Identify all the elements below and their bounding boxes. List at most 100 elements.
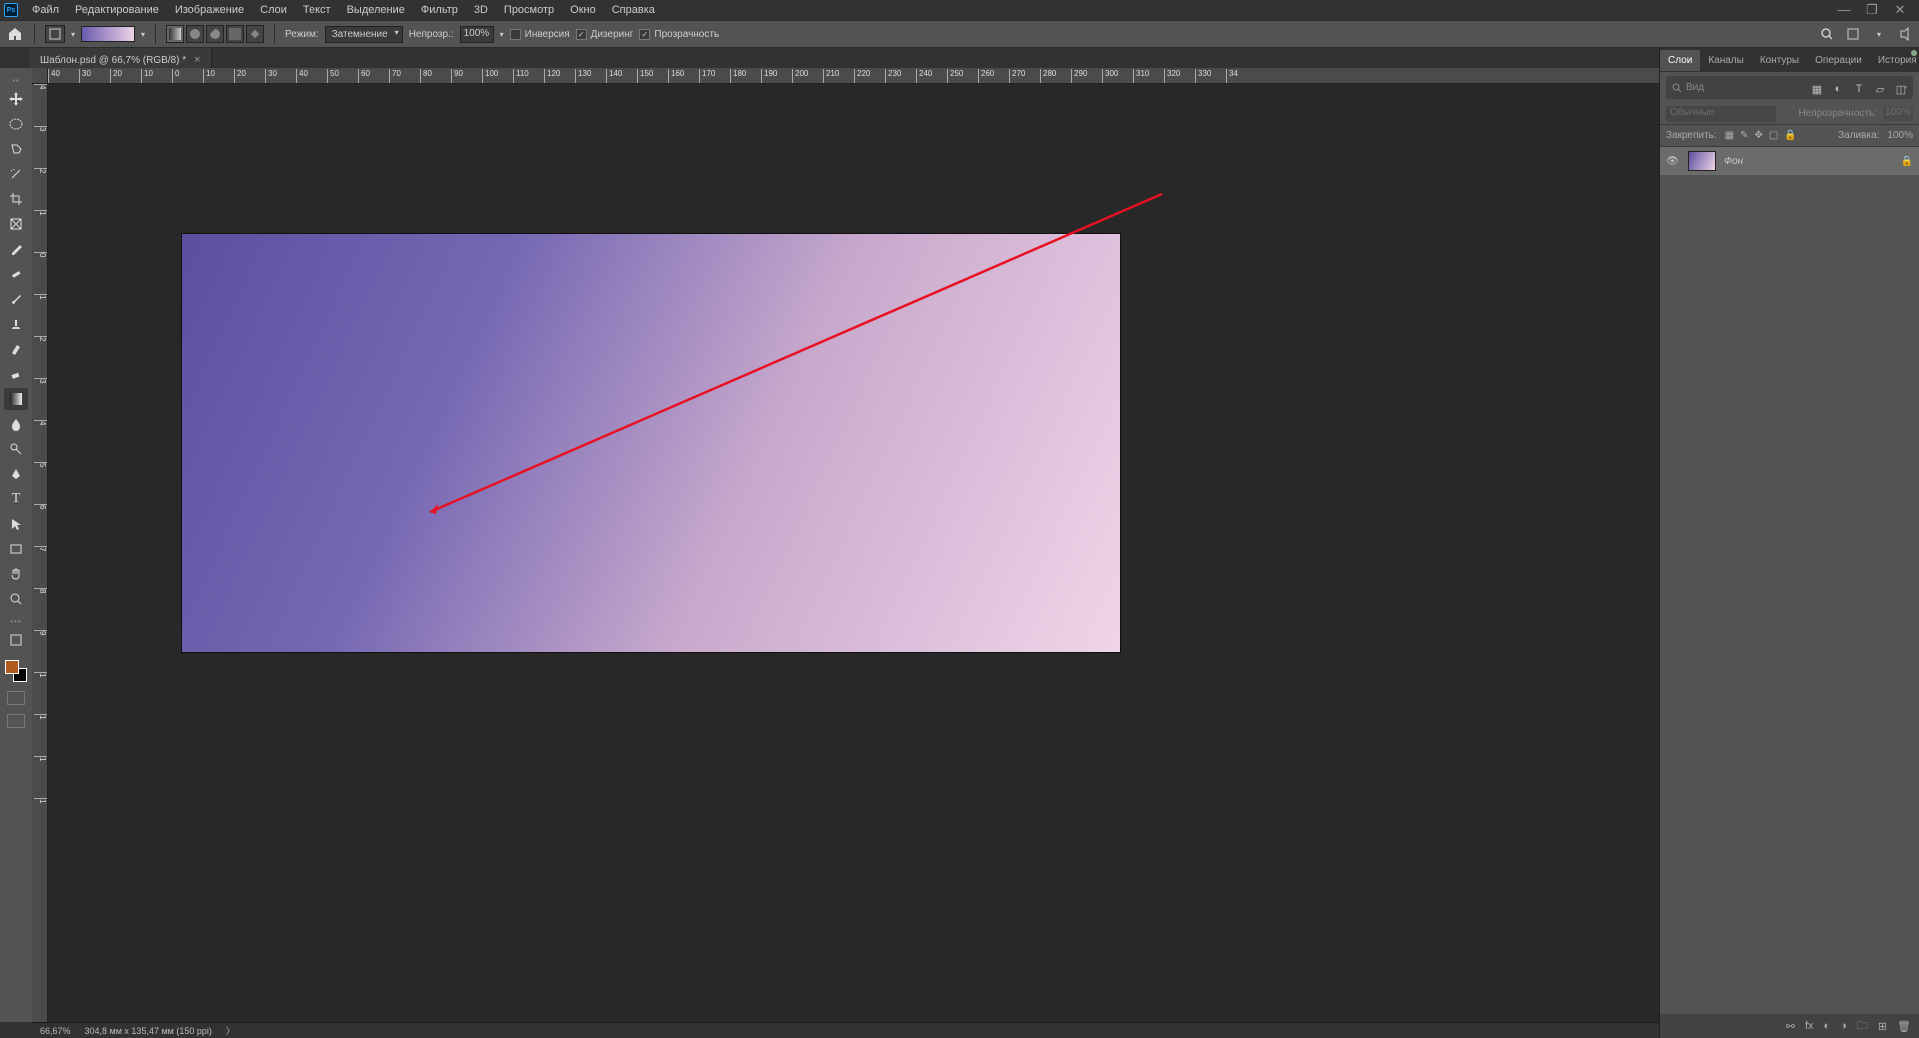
blend-mode-dropdown[interactable]: Затемнение (325, 26, 403, 43)
tab-channels[interactable]: Каналы (1700, 50, 1752, 71)
toolbar-grip[interactable]: •• (12, 76, 20, 85)
quick-mask-icon[interactable] (7, 691, 25, 705)
lock-transparency-icon[interactable]: ▦ (1725, 130, 1734, 141)
dither-checkbox[interactable]: ✓Дизеринг (576, 29, 634, 40)
rectangle-tool[interactable] (4, 538, 28, 560)
menu-help[interactable]: Справка (604, 2, 663, 18)
screen-mode-icon[interactable] (7, 714, 25, 728)
type-tool[interactable]: T (4, 488, 28, 510)
zoom-tool[interactable] (4, 588, 28, 610)
home-icon[interactable] (6, 25, 24, 43)
share-icon[interactable] (1897, 26, 1913, 42)
layer-lock-icon[interactable]: 🔒 (1901, 156, 1913, 167)
delete-layer-icon[interactable]: 🗑 (1897, 1020, 1911, 1033)
reverse-checkbox[interactable]: Инверсия (510, 29, 570, 40)
gradient-tool[interactable] (4, 388, 28, 410)
layer-name[interactable]: Фон (1724, 156, 1743, 167)
layer-thumbnail[interactable] (1688, 151, 1716, 171)
gradient-radial-icon[interactable] (186, 25, 204, 43)
toolbar-more[interactable]: ••• (10, 617, 21, 626)
move-tool[interactable] (4, 88, 28, 110)
search-icon[interactable] (1819, 26, 1835, 42)
menu-window[interactable]: Окно (562, 2, 604, 18)
tab-actions[interactable]: Операции (1807, 50, 1870, 71)
canvas[interactable] (182, 234, 1120, 652)
layer-mask-icon[interactable]: ◐ (1824, 1020, 1831, 1032)
new-layer-icon[interactable]: ⊞ (1878, 1020, 1887, 1033)
gradient-reflected-icon[interactable] (226, 25, 244, 43)
edit-toolbar-icon[interactable] (4, 629, 28, 651)
gradient-preview[interactable] (81, 26, 135, 42)
layer-opacity-value[interactable]: 100% (1883, 107, 1913, 121)
lock-artboard-icon[interactable]: ▢ (1769, 130, 1778, 141)
layers-panel: Слои Каналы Контуры Операции История ≡ В… (1659, 48, 1919, 1038)
eraser-tool[interactable] (4, 363, 28, 385)
zoom-level[interactable]: 66,67% (40, 1026, 71, 1036)
menu-bar: Ps Файл Редактирование Изображение Слои … (0, 0, 1919, 20)
filter-adjust-icon[interactable]: ◐ (1830, 81, 1846, 97)
hand-tool[interactable] (4, 563, 28, 585)
magic-wand-tool[interactable] (4, 163, 28, 185)
horizontal-ruler[interactable]: 4030201001020304050607080901001101201301… (48, 68, 1659, 84)
brush-tool[interactable] (4, 288, 28, 310)
menu-filter[interactable]: Фильтр (413, 2, 466, 18)
clone-stamp-tool[interactable] (4, 313, 28, 335)
status-more-icon[interactable]: 〉 (226, 1024, 235, 1037)
gradient-linear-icon[interactable] (166, 25, 184, 43)
opacity-input[interactable]: 100% (460, 26, 494, 43)
path-selection-tool[interactable] (4, 513, 28, 535)
color-swatches[interactable] (5, 660, 27, 682)
menu-image[interactable]: Изображение (167, 2, 252, 18)
eyedropper-tool[interactable] (4, 238, 28, 260)
layer-visibility-icon[interactable]: 👁 (1666, 156, 1680, 167)
window-restore-icon[interactable]: ❐ (1865, 2, 1879, 18)
menu-view[interactable]: Просмотр (496, 2, 562, 18)
layer-row[interactable]: 👁 Фон 🔒 (1660, 147, 1919, 175)
menu-edit[interactable]: Редактирование (67, 2, 167, 18)
lock-pixels-icon[interactable]: ✎ (1740, 130, 1748, 141)
layer-blend-mode[interactable]: Обычные (1666, 106, 1776, 122)
tab-paths[interactable]: Контуры (1752, 50, 1807, 71)
status-bar: 66,67% 304,8 мм x 135,47 мм (150 ppi) 〉 (32, 1022, 1659, 1038)
document-dimensions[interactable]: 304,8 мм x 135,47 мм (150 ppi) (85, 1026, 212, 1036)
window-close-icon[interactable]: ✕ (1893, 2, 1907, 18)
filter-shape-icon[interactable]: ▱ (1872, 81, 1888, 97)
lasso-tool[interactable] (4, 138, 28, 160)
lock-position-icon[interactable]: ✥ (1755, 130, 1763, 141)
crop-tool[interactable] (4, 188, 28, 210)
gradient-angle-icon[interactable] (206, 25, 224, 43)
menu-layers[interactable]: Слои (252, 2, 295, 18)
blur-tool[interactable] (4, 413, 28, 435)
filter-pixel-icon[interactable]: ▦ (1809, 81, 1825, 97)
menu-file[interactable]: Файл (24, 2, 67, 18)
foreground-color[interactable] (5, 660, 19, 674)
close-tab-icon[interactable]: × (194, 54, 200, 66)
layer-fx-icon[interactable]: fx (1805, 1020, 1814, 1032)
ruler-origin[interactable] (32, 68, 48, 84)
dodge-tool[interactable] (4, 438, 28, 460)
frame-tool[interactable] (4, 213, 28, 235)
lock-all-icon[interactable]: 🔒 (1784, 130, 1796, 141)
window-minimize-icon[interactable]: — (1837, 2, 1851, 18)
tab-layers[interactable]: Слои (1660, 50, 1700, 71)
group-icon[interactable]: 🗀 (1857, 1017, 1868, 1036)
transparency-checkbox[interactable]: ✓Прозрачность (639, 29, 719, 40)
adjustment-layer-icon[interactable]: ◑ (1840, 1020, 1847, 1032)
menu-text[interactable]: Текст (295, 2, 339, 18)
menu-select[interactable]: Выделение (339, 2, 413, 18)
tool-preset-icon[interactable] (45, 25, 65, 43)
fill-value[interactable]: 100% (1887, 130, 1913, 141)
history-brush-tool[interactable] (4, 338, 28, 360)
healing-brush-tool[interactable] (4, 263, 28, 285)
vertical-ruler[interactable]: 432101234567891111 (32, 84, 48, 1022)
frame-icon[interactable] (1845, 26, 1861, 42)
canvas-viewport[interactable] (48, 84, 1659, 1022)
lock-label: Закрепить: (1666, 130, 1717, 141)
pen-tool[interactable] (4, 463, 28, 485)
marquee-tool[interactable] (4, 113, 28, 135)
filter-type-icon[interactable]: T (1851, 81, 1867, 97)
layer-filter-label: Вид (1686, 82, 1704, 93)
link-layers-icon[interactable]: ⚯ (1786, 1020, 1795, 1033)
menu-3d[interactable]: 3D (466, 2, 496, 18)
gradient-diamond-icon[interactable] (246, 25, 264, 43)
